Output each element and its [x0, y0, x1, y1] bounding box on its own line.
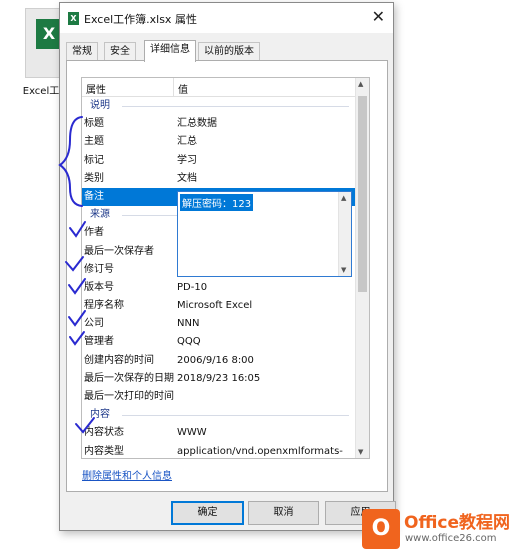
table-row[interactable]: 标题 汇总数据	[82, 115, 355, 133]
property-value: WWW	[177, 427, 207, 439]
watermark-title: Office教程网	[404, 513, 511, 533]
property-name: 版本号	[84, 281, 114, 293]
property-name: 类别	[84, 172, 104, 184]
excel-app-icon: X	[68, 12, 79, 25]
details-panel: 属性 值 说明标题 汇总数据主题 汇总标记 学习类别 文档备注 解压密码：123 来源作者最…	[66, 60, 388, 492]
group-label: 来源	[90, 209, 110, 221]
properties-table[interactable]: 属性 值 说明标题 汇总数据主题 汇总标记 学习类别 文档备注 解压密码：123 来源作者最…	[81, 77, 370, 459]
property-name: 创建内容的时间	[84, 354, 154, 366]
property-value: 汇总	[177, 136, 197, 148]
property-name: 标题	[84, 118, 104, 130]
table-row[interactable]: 内容状态 WWW	[82, 424, 355, 442]
group-divider	[122, 106, 349, 107]
ok-button[interactable]: 确定	[171, 501, 244, 525]
property-name: 最后一次保存的日期	[84, 372, 174, 384]
group-header[interactable]: 内容	[82, 406, 355, 424]
table-row[interactable]: 最后一次打印的时间	[82, 388, 355, 406]
property-name: 最后一次保存者	[84, 245, 154, 257]
table-row[interactable]: 标记 学习	[82, 152, 355, 170]
tab-previous-versions[interactable]: 以前的版本	[198, 42, 260, 61]
property-name: 修订号	[84, 263, 114, 275]
table-row[interactable]: 最后一次保存的日期 2018/9/23 16:05	[82, 370, 355, 388]
table-row[interactable]: 创建内容的时间 2006/9/16 8:00	[82, 352, 355, 370]
property-value: QQQ	[177, 336, 201, 348]
property-name: 公司	[84, 318, 104, 330]
property-value: 2018/9/23 16:05	[177, 372, 261, 384]
watermark-url: www.office26.com	[405, 533, 497, 544]
table-row[interactable]: 版本号 PD-10	[82, 279, 355, 297]
property-value: Microsoft Excel	[177, 300, 253, 312]
properties-dialog: X Excel工作簿.xlsx 属性 ✕ 常规 安全 详细信息 以前的版本 属性…	[59, 2, 396, 531]
property-name: 程序名称	[84, 300, 124, 312]
remove-properties-link[interactable]: 删除属性和个人信息	[82, 467, 172, 482]
table-body: 说明标题 汇总数据主题 汇总标记 学习类别 文档备注 解压密码：123 来源作者最后一次保存…	[82, 97, 355, 458]
property-name: 标记	[84, 154, 104, 166]
tab-general[interactable]: 常规	[66, 42, 98, 61]
comment-edit-box[interactable]: 解压密码：123 ▲ ▼	[177, 191, 352, 277]
property-value: 文档	[177, 172, 197, 184]
table-row[interactable]: 管理者 QQQ	[82, 333, 355, 351]
property-name: 最后一次打印的时间	[84, 391, 174, 402]
property-value: PD-10	[177, 281, 208, 293]
scroll-down-icon[interactable]: ▼	[341, 266, 346, 274]
close-icon[interactable]: ✕	[372, 7, 385, 26]
scroll-up-icon[interactable]: ▲	[358, 80, 363, 88]
property-name: 主题	[84, 136, 104, 148]
tab-security[interactable]: 安全	[104, 42, 136, 61]
property-value: 汇总数据	[177, 118, 217, 130]
table-row[interactable]: 主题 汇总	[82, 133, 355, 151]
tab-details[interactable]: 详细信息	[144, 40, 196, 62]
table-row[interactable]: 类别 文档	[82, 170, 355, 188]
header-property[interactable]: 属性	[86, 81, 106, 96]
group-divider	[122, 415, 349, 417]
property-value: application/vnd.openxmlformats-	[177, 445, 343, 457]
office-logo-icon: O	[362, 509, 400, 549]
property-name: 内容状态	[84, 427, 124, 439]
title-bar: X Excel工作簿.xlsx 属性 ✕	[60, 3, 393, 33]
comment-edit-text[interactable]: 解压密码：123	[180, 194, 254, 211]
property-value: 学习	[177, 154, 197, 166]
table-header: 属性 值	[82, 78, 355, 97]
column-divider[interactable]	[173, 78, 174, 96]
property-value: 2006/9/16 8:00	[177, 354, 254, 366]
watermark: O Office教程网 www.office26.com	[360, 506, 516, 552]
property-name: 作者	[84, 227, 104, 239]
cancel-button[interactable]: 取消	[248, 501, 319, 525]
property-name: 内容类型	[84, 445, 124, 457]
property-value: NNN	[177, 318, 200, 330]
table-scrollbar[interactable]: ▲ ▼	[355, 78, 369, 458]
group-header[interactable]: 说明	[82, 97, 355, 115]
group-label: 说明	[90, 100, 110, 111]
table-row[interactable]: 公司 NNN	[82, 315, 355, 333]
header-value[interactable]: 值	[178, 81, 188, 96]
edit-scrollbar[interactable]: ▲ ▼	[338, 192, 351, 276]
window-title: Excel工作簿.xlsx 属性	[84, 13, 197, 26]
table-row[interactable]: 内容类型 application/vnd.openxmlformats-	[82, 443, 355, 458]
table-row[interactable]: 程序名称 Microsoft Excel	[82, 297, 355, 315]
tab-strip: 常规 安全 详细信息 以前的版本	[66, 40, 386, 62]
scroll-down-icon[interactable]: ▼	[358, 448, 363, 456]
property-name: 备注	[84, 190, 104, 202]
scroll-up-icon[interactable]: ▲	[341, 194, 346, 202]
group-label: 内容	[90, 409, 110, 421]
scroll-thumb[interactable]	[358, 96, 367, 292]
property-name: 管理者	[84, 336, 114, 348]
